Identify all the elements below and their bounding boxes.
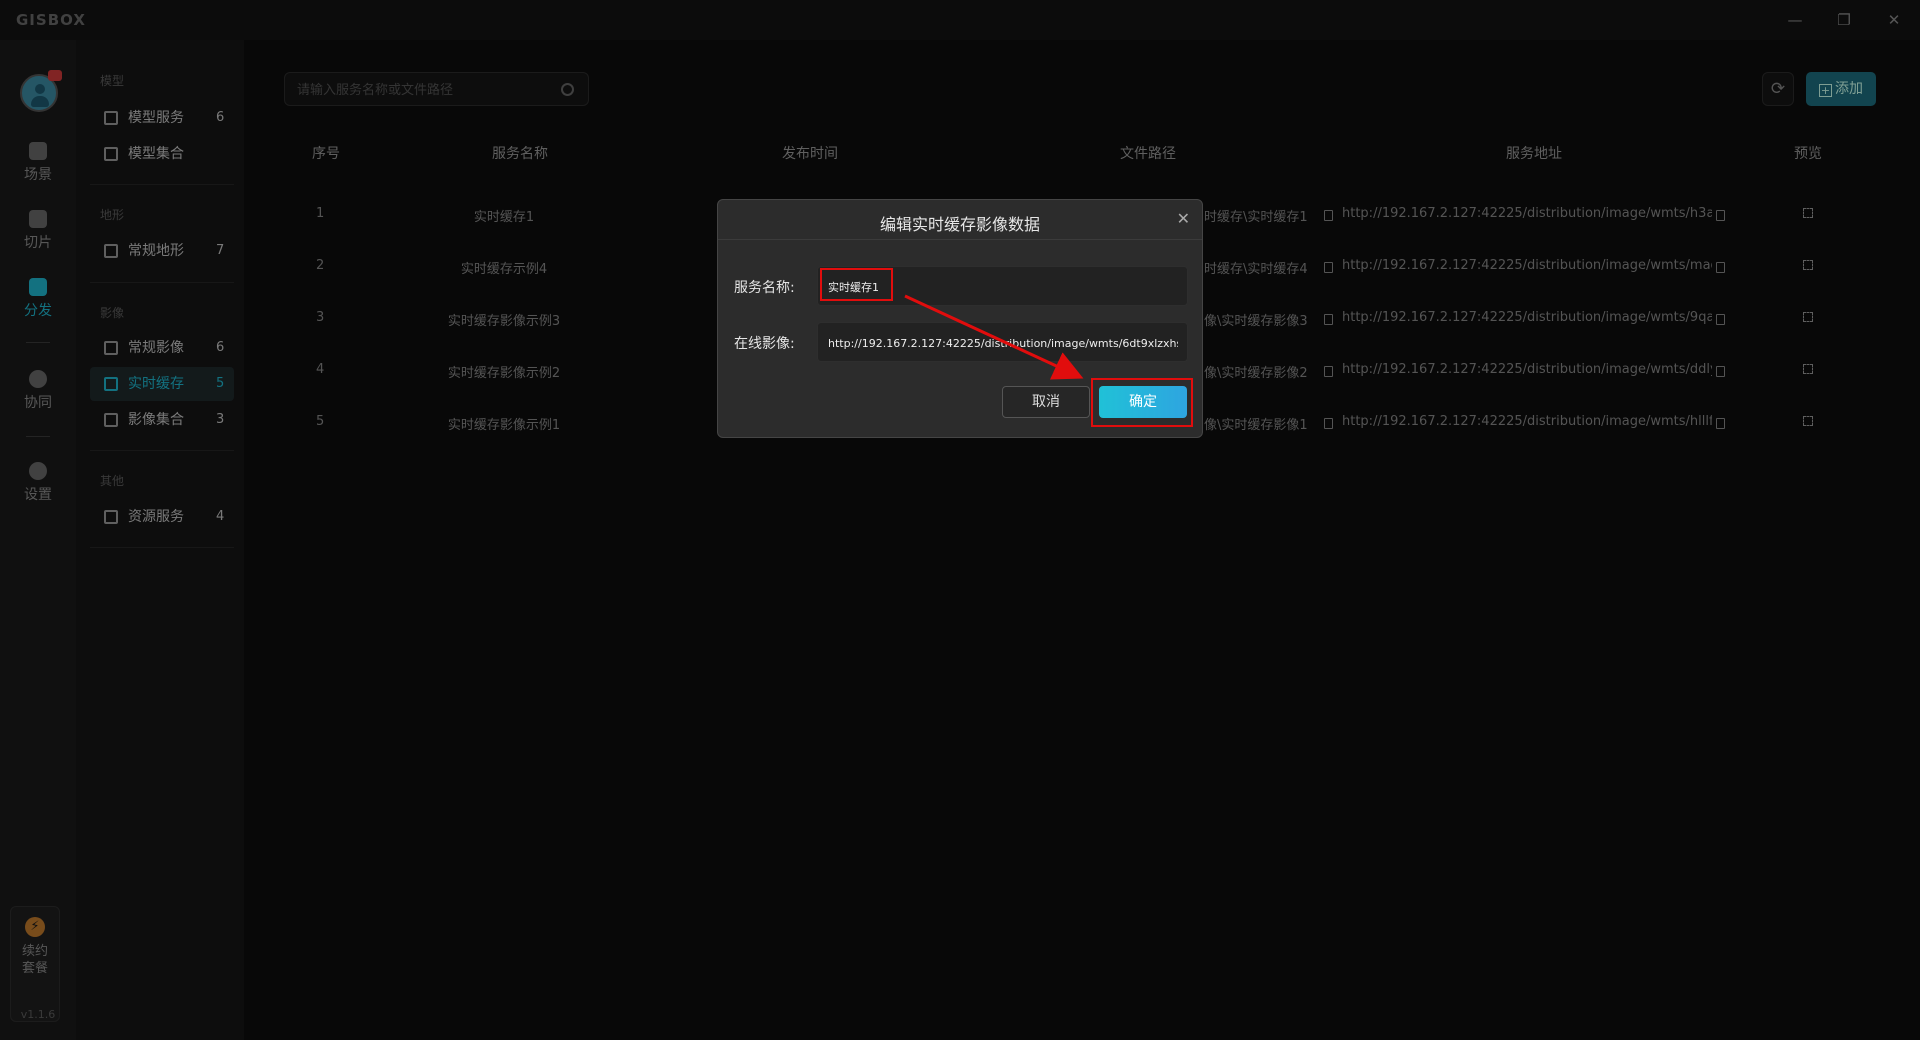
highlight-box (1091, 378, 1193, 427)
online-imagery-input[interactable] (828, 334, 1178, 352)
online-imagery-field (817, 322, 1188, 362)
online-imagery-label: 在线影像: (734, 336, 795, 352)
close-icon[interactable]: ✕ (1177, 209, 1190, 228)
cancel-button[interactable]: 取消 (1002, 386, 1090, 418)
dialog-header: 编辑实时缓存影像数据 ✕ (718, 200, 1202, 240)
app-window: GISBOX — ❐ ✕ 场景 切片 分发 协同 设置 ⚡ 续约 套餐 v1.1… (0, 0, 1920, 1040)
dialog-title: 编辑实时缓存影像数据 (879, 215, 1040, 234)
modal-overlay (0, 0, 1920, 1040)
highlight-box (820, 268, 893, 301)
service-name-label: 服务名称: (734, 280, 795, 296)
